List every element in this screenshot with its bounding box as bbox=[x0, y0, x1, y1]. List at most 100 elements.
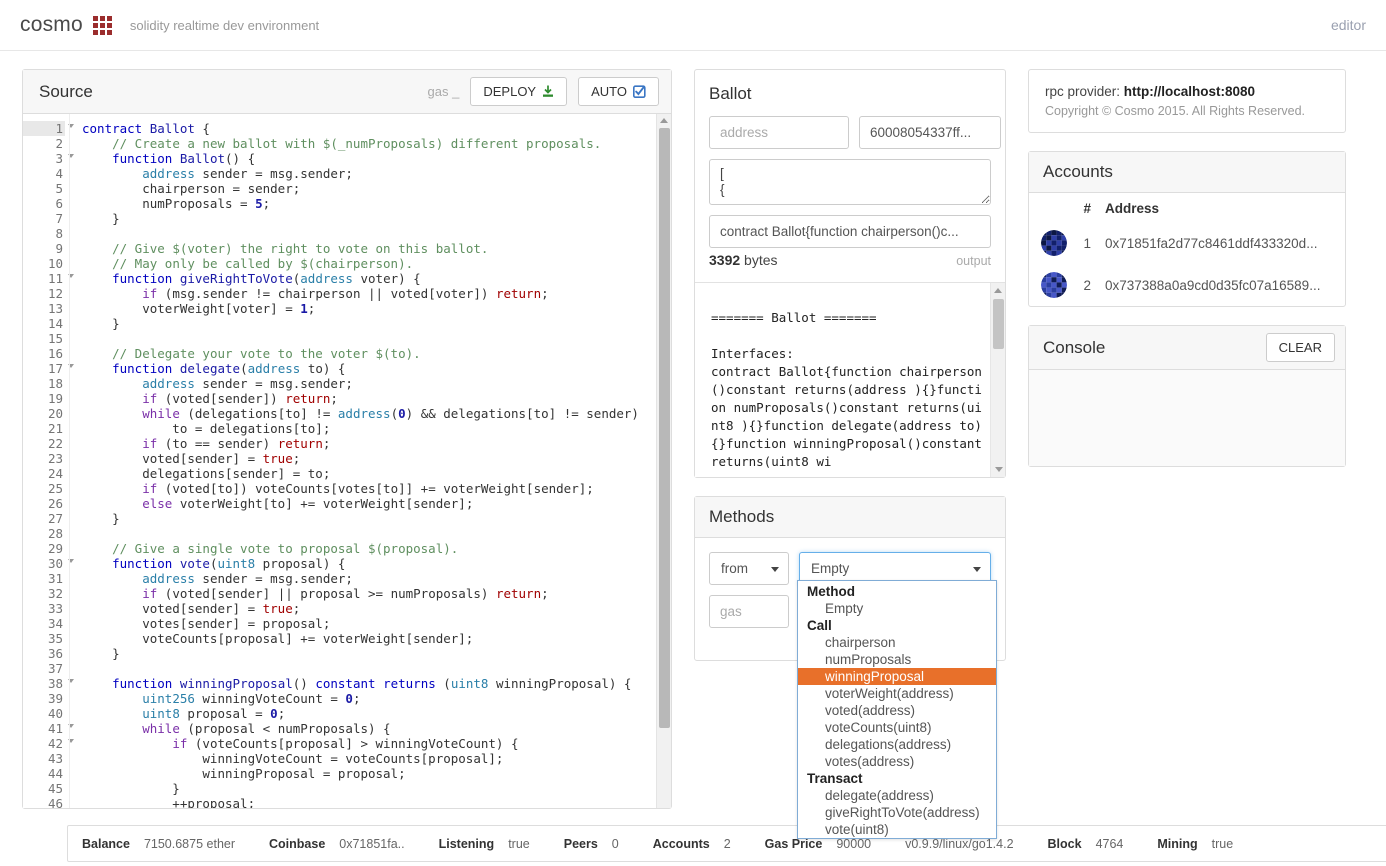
abi-json-textarea[interactable] bbox=[709, 159, 991, 205]
dropdown-option[interactable]: Empty bbox=[798, 600, 996, 617]
code-editor[interactable]: 1234567891011121314151617181920212223242… bbox=[23, 114, 671, 808]
dropdown-option[interactable]: vote(uint8) bbox=[798, 821, 996, 838]
scroll-up-arrow-icon[interactable] bbox=[660, 118, 668, 123]
code-line: ++proposal; bbox=[82, 796, 671, 808]
app-tagline: solidity realtime dev environment bbox=[130, 18, 319, 33]
dropdown-option[interactable]: winningProposal bbox=[798, 668, 996, 685]
editor-scrollbar-thumb[interactable] bbox=[659, 128, 670, 728]
code-line: } bbox=[82, 316, 671, 331]
contract-address-input[interactable] bbox=[709, 116, 849, 149]
output-scrollbar-thumb[interactable] bbox=[993, 299, 1004, 349]
account-avatar-cell bbox=[1029, 222, 1073, 264]
method-dropdown-list[interactable]: MethodEmptyCallchairpersonnumProposalswi… bbox=[797, 580, 997, 839]
rpc-provider-label: rpc provider: bbox=[1045, 84, 1120, 99]
dropdown-option[interactable]: chairperson bbox=[798, 634, 996, 651]
brand-title[interactable]: cosmo bbox=[20, 13, 83, 37]
console-output[interactable] bbox=[1029, 370, 1345, 466]
method-select-value: Empty bbox=[811, 561, 849, 576]
dropdown-option[interactable]: votes(address) bbox=[798, 753, 996, 770]
rpc-provider-panel: rpc provider: http://localhost:8080 Copy… bbox=[1028, 69, 1346, 133]
line-number: 27 bbox=[23, 511, 65, 526]
compile-output-console[interactable]: ======= Ballot ======= Interfaces: contr… bbox=[695, 282, 1005, 477]
line-number: 39 bbox=[23, 691, 65, 706]
code-line: function giveRightToVote(address voter) … bbox=[82, 271, 671, 286]
line-number: 31 bbox=[23, 571, 65, 586]
nav-link-editor[interactable]: editor bbox=[1331, 17, 1366, 33]
line-number: 3 bbox=[23, 151, 65, 166]
methods-body: from Empty MethodEmptyCallchairpersonnum… bbox=[695, 538, 1005, 660]
code-line: if (voted[sender]) return; bbox=[82, 391, 671, 406]
source-title: Source bbox=[39, 82, 93, 102]
methods-panel: Methods from Empty MethodEmptyCallchairp… bbox=[694, 496, 1006, 661]
output-scrollbar[interactable] bbox=[990, 283, 1005, 477]
code-area[interactable]: 1234567891011121314151617181920212223242… bbox=[23, 114, 671, 808]
dropdown-option[interactable]: delegations(address) bbox=[798, 736, 996, 753]
line-number: 25 bbox=[23, 481, 65, 496]
account-avatar-cell bbox=[1029, 264, 1073, 306]
line-number: 33 bbox=[23, 601, 65, 616]
ballot-body: Ballot 3392 bytes output bbox=[695, 70, 1005, 282]
code-line: function vote(uint8 proposal) { bbox=[82, 556, 671, 571]
dropdown-option[interactable]: numProposals bbox=[798, 651, 996, 668]
code-line: delegations[sender] = to; bbox=[82, 466, 671, 481]
code-line: // May only be called by $(chairperson). bbox=[82, 256, 671, 271]
dropdown-option[interactable]: voterWeight(address) bbox=[798, 685, 996, 702]
account-address[interactable]: 0x71851fa2d77c8461ddf433320d... bbox=[1099, 222, 1345, 264]
line-number: 11 bbox=[23, 271, 65, 286]
deploy-button[interactable]: DEPLOY bbox=[470, 77, 567, 106]
auto-button[interactable]: AUTO bbox=[578, 77, 659, 106]
account-index: 2 bbox=[1073, 264, 1099, 306]
status-value: 2 bbox=[724, 837, 731, 851]
account-row[interactable]: 20x737388a0a9cd0d35fc07a16589... bbox=[1029, 264, 1345, 306]
dropdown-option[interactable]: voted(address) bbox=[798, 702, 996, 719]
line-number: 18 bbox=[23, 376, 65, 391]
line-number: 19 bbox=[23, 391, 65, 406]
account-address[interactable]: 0x737388a0a9cd0d35fc07a16589... bbox=[1099, 264, 1345, 306]
code-line: if (to == sender) return; bbox=[82, 436, 671, 451]
code-content[interactable]: contract Ballot { // Create a new ballot… bbox=[69, 114, 671, 808]
bytes-count-text: 3392 bytes bbox=[709, 252, 778, 268]
grid-logo-icon[interactable] bbox=[93, 16, 112, 35]
dropdown-group-label: Method bbox=[798, 583, 996, 600]
middle-column: Ballot 3392 bytes output ======= Ballot … bbox=[694, 69, 1006, 661]
dropdown-option[interactable]: voteCounts(uint8) bbox=[798, 719, 996, 736]
status-key: Listening bbox=[439, 837, 495, 851]
rpc-provider-url: http://localhost:8080 bbox=[1124, 84, 1255, 99]
line-number: 30 bbox=[23, 556, 65, 571]
methods-panel-header: Methods bbox=[695, 497, 1005, 538]
code-line: if (msg.sender != chairperson || voted[v… bbox=[82, 286, 671, 301]
code-line: voted[sender] = true; bbox=[82, 601, 671, 616]
gas-input[interactable] bbox=[709, 595, 789, 628]
ballot-address-row bbox=[709, 116, 991, 149]
bytecode-input[interactable] bbox=[859, 116, 1001, 149]
line-number: 40 bbox=[23, 706, 65, 721]
output-scroll-up-icon[interactable] bbox=[994, 288, 1002, 293]
top-navbar: cosmo solidity realtime dev environment … bbox=[0, 0, 1386, 51]
code-line: function delegate(address to) { bbox=[82, 361, 671, 376]
code-line: // Give $(voter) the right to vote on th… bbox=[82, 241, 671, 256]
clear-console-button[interactable]: CLEAR bbox=[1266, 333, 1335, 362]
status-value: 4764 bbox=[1096, 837, 1124, 851]
code-line: address sender = msg.sender; bbox=[82, 376, 671, 391]
account-row[interactable]: 10x71851fa2d77c8461ddf433320d... bbox=[1029, 222, 1345, 264]
line-number: 13 bbox=[23, 301, 65, 316]
from-account-select[interactable]: from bbox=[709, 552, 789, 585]
dropdown-option[interactable]: delegate(address) bbox=[798, 787, 996, 804]
code-line: chairperson = sender; bbox=[82, 181, 671, 196]
interface-input[interactable] bbox=[709, 215, 991, 248]
code-line: // Give a single vote to proposal $(prop… bbox=[82, 541, 671, 556]
line-number: 23 bbox=[23, 451, 65, 466]
status-bar: Balance7150.6875 etherCoinbase0x71851fa.… bbox=[67, 825, 1386, 862]
dropdown-option[interactable]: giveRightToVote(address) bbox=[798, 804, 996, 821]
editor-scrollbar[interactable] bbox=[656, 114, 671, 808]
methods-title: Methods bbox=[709, 507, 774, 527]
right-column: rpc provider: http://localhost:8080 Copy… bbox=[1028, 69, 1346, 467]
status-key: Block bbox=[1048, 837, 1082, 851]
console-title: Console bbox=[1043, 338, 1105, 358]
line-number: 9 bbox=[23, 241, 65, 256]
accounts-panel-header: Accounts bbox=[1029, 152, 1345, 193]
code-line bbox=[82, 331, 671, 346]
from-select-label: from bbox=[721, 561, 748, 576]
output-scroll-down-icon[interactable] bbox=[995, 467, 1003, 472]
chevron-down-icon bbox=[771, 567, 779, 572]
